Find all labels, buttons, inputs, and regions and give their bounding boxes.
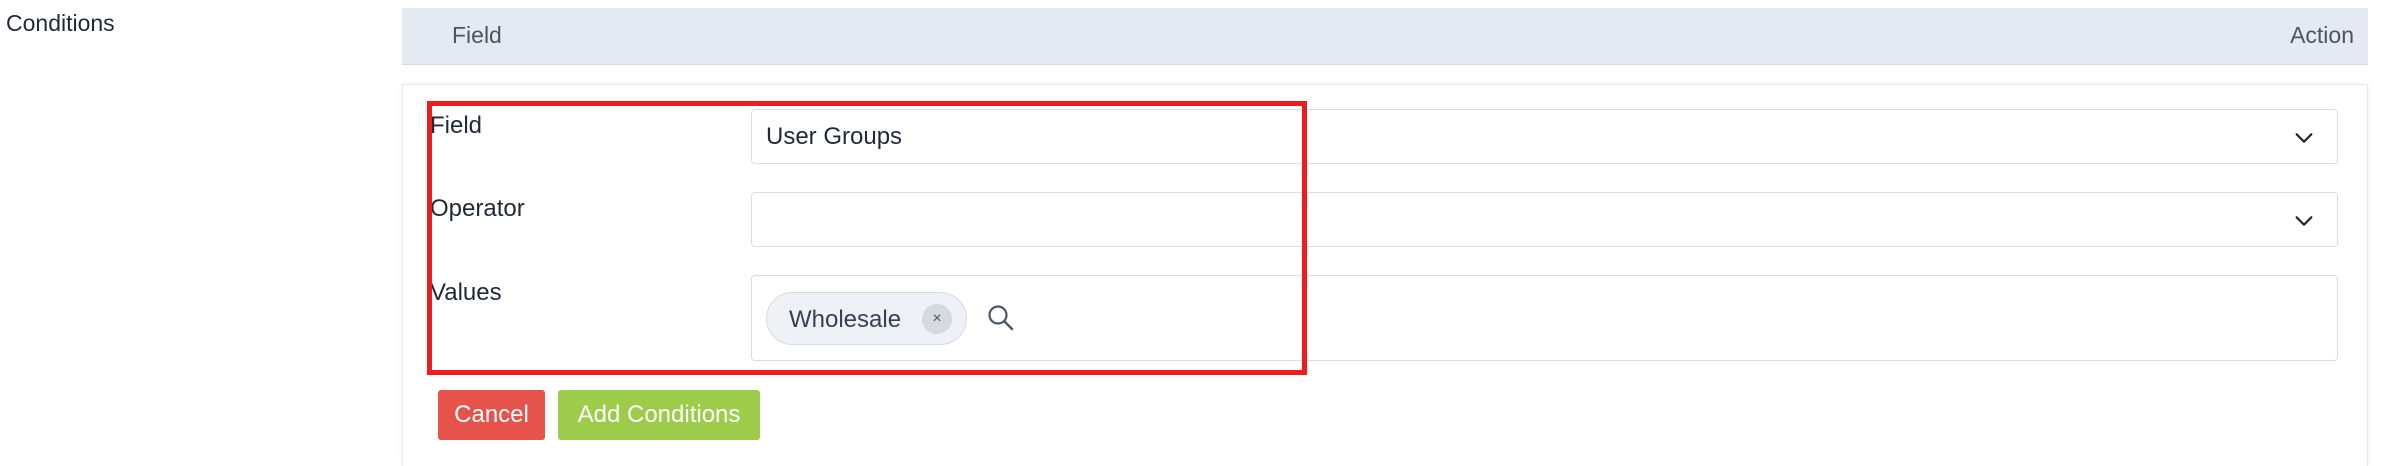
cancel-button[interactable]: Cancel xyxy=(438,390,545,440)
column-header-action: Action xyxy=(2290,22,2354,48)
chevron-down-icon xyxy=(2295,133,2313,143)
column-header-field: Field xyxy=(452,22,502,48)
conditions-page: Conditions Field Action Field User Group… xyxy=(0,0,2394,466)
chevron-down-icon xyxy=(2295,216,2313,226)
section-label: Conditions xyxy=(6,10,115,36)
add-conditions-button[interactable]: Add Conditions xyxy=(558,390,760,440)
highlight-box xyxy=(427,101,1307,375)
conditions-table-header: Field Action xyxy=(402,8,2368,65)
